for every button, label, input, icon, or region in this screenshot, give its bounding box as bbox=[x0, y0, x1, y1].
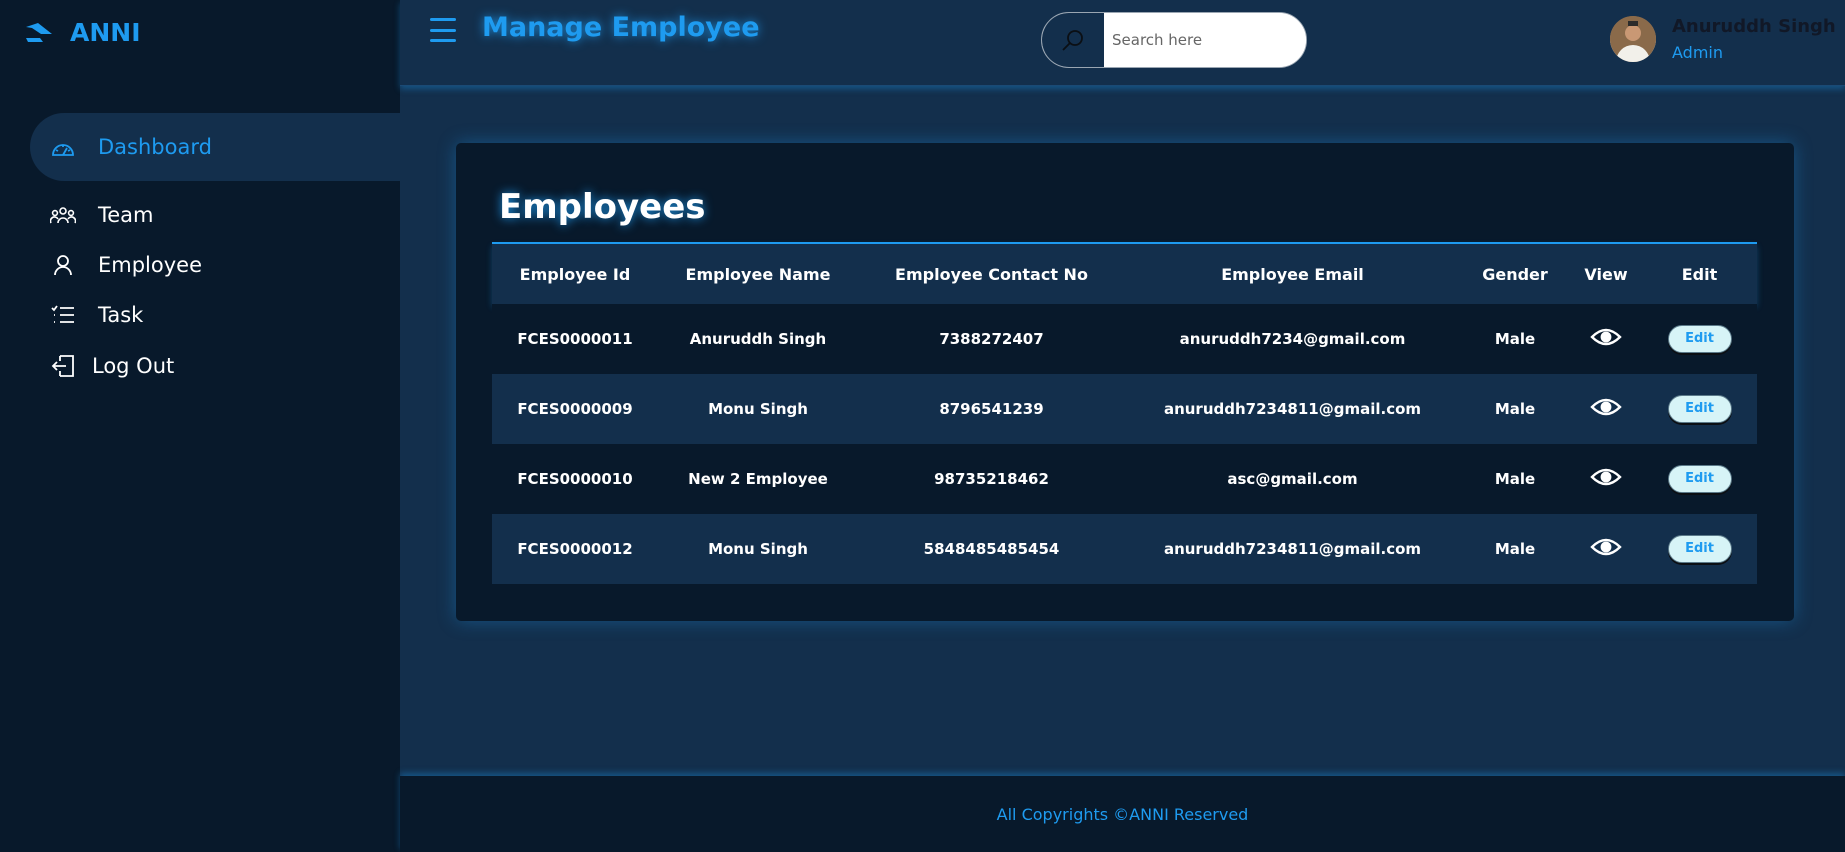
column-header[interactable]: Gender bbox=[1460, 243, 1570, 304]
employee-id: FCES0000009 bbox=[517, 400, 633, 418]
employee-email: anuruddh7234@gmail.com bbox=[1179, 330, 1406, 348]
user-role: Admin bbox=[1672, 43, 1723, 62]
employees-table: Employee Id Employee Name Employee Conta… bbox=[492, 242, 1757, 584]
sidebar-item-label: Task bbox=[98, 303, 144, 327]
table-row: FCES0000011 Anuruddh Singh 7388272407 an… bbox=[492, 304, 1757, 374]
view-eye-icon[interactable] bbox=[1590, 466, 1622, 492]
dashboard-icon bbox=[50, 134, 76, 160]
employee-email: asc@gmail.com bbox=[1227, 470, 1358, 488]
employee-gender: Male bbox=[1494, 540, 1536, 558]
task-list-icon bbox=[50, 302, 76, 328]
column-header[interactable]: View bbox=[1570, 243, 1642, 304]
brand-logo[interactable]: ANNI bbox=[24, 14, 141, 50]
column-header[interactable]: Employee Contact No bbox=[858, 243, 1125, 304]
employee-id: FCES0000012 bbox=[517, 540, 633, 558]
table-row: FCES0000012 Monu Singh 5848485485454 anu… bbox=[492, 514, 1757, 584]
footer: All Copyrights ©ANNI Reserved bbox=[400, 776, 1845, 852]
view-eye-icon[interactable] bbox=[1590, 396, 1622, 422]
column-header[interactable]: Edit bbox=[1642, 243, 1757, 304]
employee-email: anuruddh7234811@gmail.com bbox=[1163, 400, 1422, 418]
brand-name: ANNI bbox=[70, 17, 141, 47]
logout-icon bbox=[50, 353, 76, 379]
employee-name: Anuruddh Singh bbox=[689, 330, 827, 348]
employee-id: FCES0000011 bbox=[517, 330, 633, 348]
employee-contact: 98735218462 bbox=[934, 470, 1049, 488]
employee-contact: 8796541239 bbox=[939, 400, 1044, 418]
employee-id: FCES0000010 bbox=[517, 470, 633, 488]
table-header-row: Employee Id Employee Name Employee Conta… bbox=[492, 243, 1757, 304]
employee-contact: 5848485485454 bbox=[923, 540, 1060, 558]
employees-card: Employees Employee Id Employee Name Empl… bbox=[456, 143, 1794, 621]
sidebar-item-task[interactable]: Task bbox=[30, 290, 400, 340]
edit-button[interactable]: Edit bbox=[1667, 535, 1732, 563]
user-profile[interactable]: Anuruddh Singh Admin bbox=[1610, 16, 1836, 62]
column-header[interactable]: Employee Id bbox=[492, 243, 658, 304]
team-icon bbox=[50, 202, 76, 228]
column-header[interactable]: Employee Email bbox=[1125, 243, 1460, 304]
sidebar-item-dashboard[interactable]: Dashboard bbox=[30, 113, 400, 181]
edit-button[interactable]: Edit bbox=[1667, 325, 1732, 353]
view-eye-icon[interactable] bbox=[1590, 326, 1622, 352]
avatar bbox=[1610, 16, 1656, 62]
sidebar-item-label: Dashboard bbox=[98, 135, 212, 159]
menu-toggle-icon[interactable] bbox=[430, 18, 456, 42]
sidebar-item-logout[interactable]: Log Out bbox=[30, 341, 400, 391]
top-header: Manage Employee Anuruddh Singh Admin bbox=[400, 0, 1845, 86]
sidebar-item-label: Team bbox=[98, 203, 154, 227]
copyright-text: All Copyrights ©ANNI Reserved bbox=[996, 804, 1249, 824]
page-title: Manage Employee bbox=[482, 12, 760, 43]
sidebar-item-label: Employee bbox=[98, 253, 203, 277]
employee-name: Monu Singh bbox=[708, 540, 808, 558]
employee-email: anuruddh7234811@gmail.com bbox=[1163, 540, 1422, 558]
employee-contact: 7388272407 bbox=[939, 330, 1044, 348]
search-input[interactable] bbox=[1104, 13, 1306, 67]
sidebar-item-team[interactable]: Team bbox=[30, 190, 400, 240]
employee-gender: Male bbox=[1494, 330, 1536, 348]
employee-name: Monu Singh bbox=[708, 400, 808, 418]
table-row: FCES0000010 New 2 Employee 98735218462 a… bbox=[492, 444, 1757, 514]
user-name: Anuruddh Singh bbox=[1672, 16, 1836, 37]
column-header[interactable]: Employee Name bbox=[658, 243, 858, 304]
table-row: FCES0000009 Monu Singh 8796541239 anurud… bbox=[492, 374, 1757, 444]
sidebar: ANNI Dashboard Team Employee Task Log Ou… bbox=[0, 0, 400, 852]
user-icon bbox=[50, 252, 76, 278]
edit-button[interactable]: Edit bbox=[1667, 465, 1732, 493]
edit-button[interactable]: Edit bbox=[1667, 395, 1732, 423]
employee-gender: Male bbox=[1494, 400, 1536, 418]
view-eye-icon[interactable] bbox=[1590, 536, 1622, 562]
search-icon[interactable] bbox=[1042, 13, 1104, 67]
sidebar-item-employee[interactable]: Employee bbox=[30, 240, 400, 290]
brand-icon bbox=[26, 23, 52, 42]
search-box bbox=[1041, 12, 1307, 68]
sidebar-item-label: Log Out bbox=[92, 354, 175, 378]
employee-name: New 2 Employee bbox=[688, 470, 828, 488]
employee-gender: Male bbox=[1494, 470, 1536, 488]
section-title: Employees bbox=[499, 187, 706, 227]
